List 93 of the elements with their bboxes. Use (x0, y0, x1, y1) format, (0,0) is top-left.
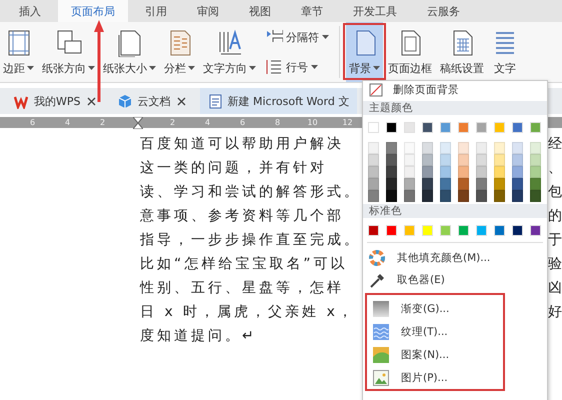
color-swatch[interactable] (404, 122, 415, 133)
ribbon-button[interactable]: 页面边框 (385, 22, 435, 82)
ruler-number: 4 (64, 118, 72, 127)
ribbon-button[interactable]: 纸张大小 (100, 22, 159, 82)
ribbon-button[interactable]: 纸张方向 (39, 22, 98, 82)
ribbon-tab[interactable]: 视图 (236, 0, 284, 22)
document-text: 好 (548, 303, 562, 321)
color-swatch[interactable] (458, 122, 469, 133)
document-text: 读、学习和尝试的解答形式。 (140, 183, 361, 201)
page-margins-icon (6, 28, 32, 56)
menu-item[interactable]: 图案(N)... (367, 343, 503, 366)
document-text: 经 (548, 135, 562, 153)
document-text: 于 (548, 231, 562, 249)
color-swatch[interactable] (422, 225, 433, 236)
document-text: 性别、五行、星盘等，怎样 (140, 279, 344, 297)
menu-item[interactable]: 取色器(E) (363, 269, 547, 291)
color-swatch[interactable] (476, 225, 487, 236)
close-icon (86, 96, 96, 106)
color-swatch[interactable] (530, 225, 541, 236)
document-tab[interactable]: 新建 Microsoft Word 文 (200, 88, 358, 114)
document-text: 意事项、参考资料等几个部 (140, 207, 344, 225)
ribbon-tab[interactable]: 云服务 (414, 0, 473, 22)
ruler-number: 2 (98, 118, 106, 127)
document-text: 指导，一步步操作直至完成。 (140, 231, 361, 249)
color-swatch[interactable] (368, 122, 379, 133)
ruler-number: 12 (341, 118, 354, 127)
document-tab[interactable]: 我的WPS (6, 88, 104, 114)
ribbon-button[interactable]: 分栏 (161, 22, 198, 82)
color-swatch[interactable] (458, 225, 469, 236)
document-text: 凶 (548, 279, 562, 297)
menu-item[interactable]: 图片(P)... (367, 366, 503, 389)
ruler-number: 8 (274, 118, 282, 127)
ruler-number: 10 (306, 118, 319, 127)
ruler-number: 4 (204, 118, 212, 127)
slash-square-icon (369, 83, 383, 97)
color-swatch[interactable] (494, 122, 505, 133)
document-text: 比如“怎样给宝宝取名”可以 (140, 255, 348, 273)
ribbon-button[interactable]: 背景 (346, 22, 383, 82)
gradient-square-icon (373, 300, 389, 316)
ribbon-button[interactable]: 边距 (0, 22, 37, 82)
two-pages-icon (56, 28, 82, 56)
color-swatch[interactable] (440, 225, 451, 236)
color-swatch[interactable] (404, 225, 415, 236)
ribbon-tab[interactable]: 插入 (6, 0, 54, 22)
color-swatch[interactable] (512, 122, 523, 133)
document-icon (208, 94, 222, 108)
color-swatch[interactable] (368, 225, 379, 236)
ribbon-button[interactable]: 文字方向 (200, 22, 259, 82)
ribbon-tab[interactable]: 页面布局 (58, 0, 128, 22)
cube-icon (118, 94, 132, 108)
document-text: 百度知道可以帮助用户解决 (140, 135, 344, 153)
color-swatch[interactable] (530, 122, 541, 133)
ruler-number: 6 (238, 118, 246, 127)
ribbon-button[interactable]: 文字 (489, 22, 521, 82)
ribbon-button[interactable]: 分隔符 (265, 28, 329, 46)
section-header: 主题颜色 (363, 101, 547, 115)
ruler-number: 6 (28, 118, 36, 127)
color-swatch[interactable] (422, 122, 433, 133)
menu-item[interactable]: 其他填充颜色(M)... (363, 247, 547, 269)
color-swatch[interactable] (476, 122, 487, 133)
document-text: 日 x 时，属虎，父亲姓 x， (140, 303, 355, 321)
indent-marker-icon (133, 116, 143, 128)
section-header: 标准色 (363, 204, 547, 218)
landscape-pattern-icon (373, 346, 389, 362)
color-swatch[interactable] (386, 122, 397, 133)
ribbon-tab[interactable]: 章节 (288, 0, 336, 22)
line-numbers-icon (265, 58, 283, 76)
ribbon-button[interactable]: 行号 (265, 58, 329, 76)
color-swatch[interactable] (494, 225, 505, 236)
page-icon (116, 28, 142, 56)
document-text: 包 (548, 183, 562, 201)
picture-icon (373, 370, 389, 386)
text-direction-icon (216, 28, 242, 56)
document-text: 验 (548, 255, 562, 273)
close-icon (176, 96, 186, 106)
highlight-frame (343, 23, 386, 80)
document-tab[interactable]: 云文档 (110, 88, 194, 114)
ruler-number: 2 (168, 118, 176, 127)
ribbon-tab[interactable]: 引用 (132, 0, 180, 22)
ribbon-tab[interactable]: 开发工具 (340, 0, 410, 22)
color-swatch[interactable] (440, 122, 451, 133)
document-text: 的 (548, 207, 562, 225)
wave-texture-icon (373, 324, 389, 340)
color-wheel-icon (369, 250, 385, 266)
document-text: 、 (548, 159, 562, 177)
document-text: 度知道提问。↵ (140, 327, 257, 345)
color-swatch[interactable] (512, 225, 523, 236)
menu-item[interactable]: 纹理(T)... (367, 320, 503, 343)
document-text: 这一类的问题，并有针对 (140, 159, 327, 177)
color-swatch[interactable] (386, 225, 397, 236)
ribbon-tab[interactable]: 审阅 (184, 0, 232, 22)
menu-item[interactable]: 渐变(G)... (367, 297, 503, 320)
menu-item[interactable]: 删除页面背景 (363, 81, 547, 99)
